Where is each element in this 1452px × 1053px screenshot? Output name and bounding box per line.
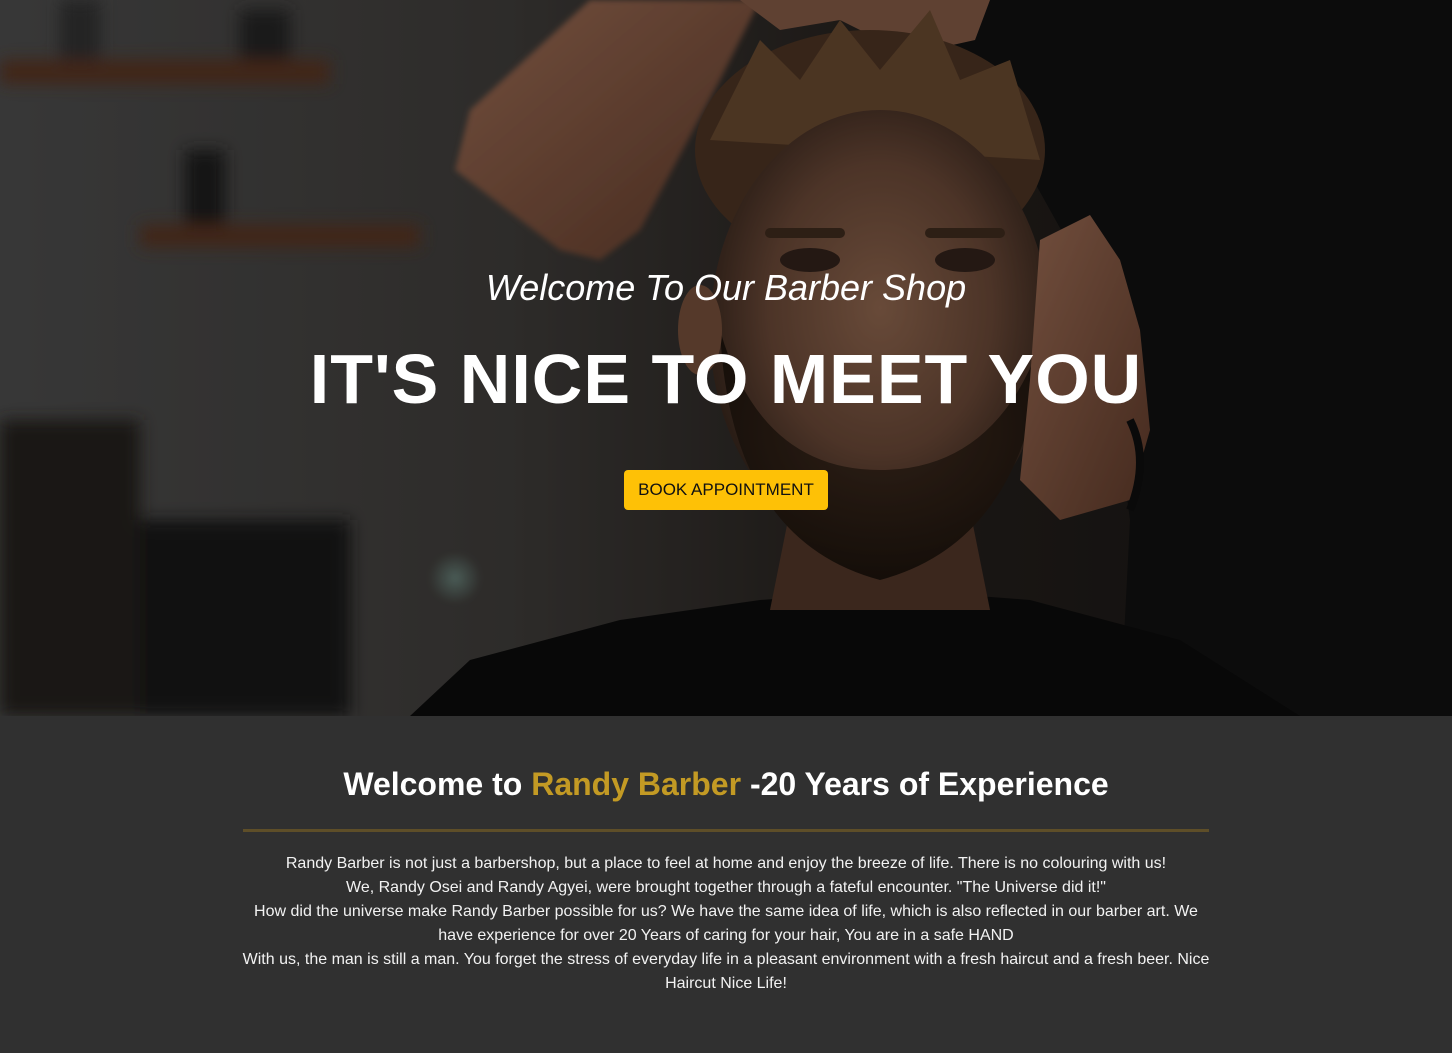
about-paragraph: How did the universe make Randy Barber p… <box>254 903 1198 944</box>
book-appointment-button[interactable]: BOOK APPOINTMENT <box>624 470 828 510</box>
about-heading-brand: Randy Barber <box>531 766 742 802</box>
about-paragraph: With us, the man is still a man. You for… <box>242 951 1210 992</box>
hero-subtitle: Welcome To Our Barber Shop <box>485 267 967 308</box>
section-divider <box>243 829 1209 832</box>
hero-content: Welcome To Our Barber Shop IT'S NICE TO … <box>0 262 1452 510</box>
about-heading: Welcome to Randy Barber -20 Years of Exp… <box>0 716 1452 804</box>
hero-section: Welcome To Our Barber Shop IT'S NICE TO … <box>0 0 1452 716</box>
about-section: Welcome to Randy Barber -20 Years of Exp… <box>0 716 1452 1053</box>
hero-title: IT'S NICE TO MEET YOU <box>309 340 1143 418</box>
about-heading-prefix: Welcome to <box>343 766 523 802</box>
about-heading-suffix: -20 Years of Experience <box>749 766 1109 802</box>
about-paragraph: We, Randy Osei and Randy Agyei, were bro… <box>346 879 1106 896</box>
about-paragraph: Randy Barber is not just a barbershop, b… <box>285 855 1167 872</box>
about-text: Randy Barber is not just a barbershop, b… <box>241 852 1211 996</box>
